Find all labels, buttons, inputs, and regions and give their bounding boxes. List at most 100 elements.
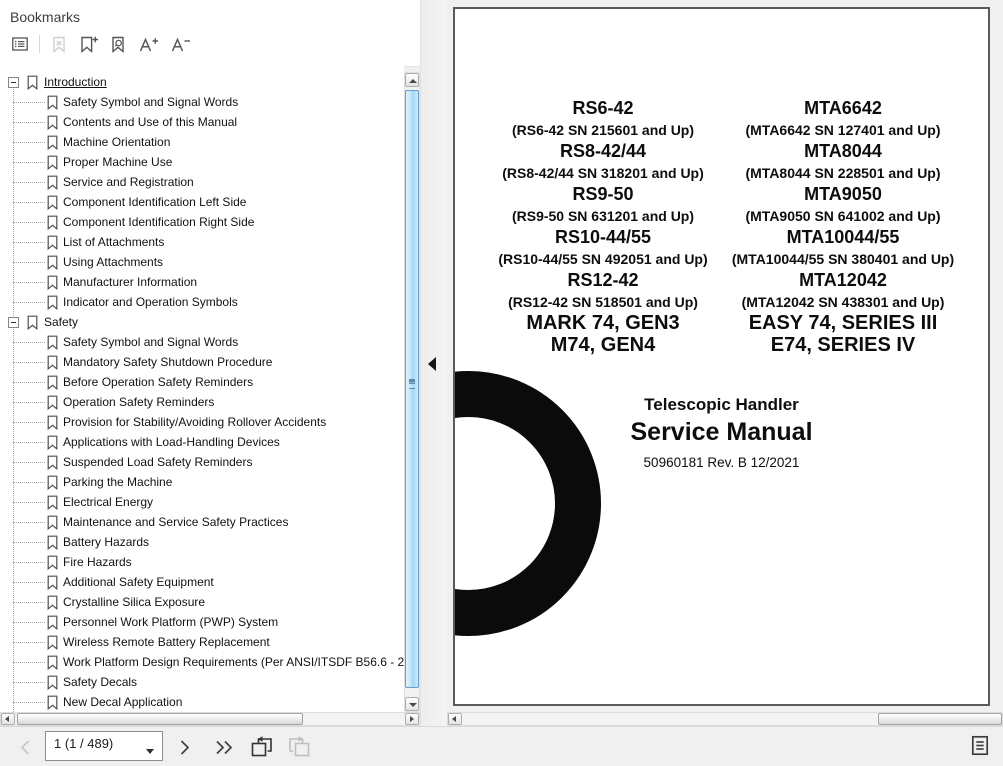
- bookmark-label[interactable]: Manufacturer Information: [63, 275, 197, 289]
- bookmark-item-row[interactable]: Service and Registration: [0, 172, 404, 192]
- next-page-button[interactable]: [176, 737, 193, 761]
- last-page-button[interactable]: [212, 737, 237, 761]
- bookmark-label[interactable]: Additional Safety Equipment: [63, 575, 214, 589]
- bookmark-label[interactable]: Indicator and Operation Symbols: [63, 295, 238, 309]
- previous-view-button[interactable]: [246, 733, 277, 765]
- bookmark-item-row[interactable]: Safety Decals: [0, 672, 404, 692]
- document-menu-icon[interactable]: [970, 734, 990, 760]
- bookmark-label[interactable]: Maintenance and Service Safety Practices: [63, 515, 288, 529]
- collapse-panel-icon[interactable]: [428, 357, 436, 371]
- bookmark-label[interactable]: Using Attachments: [63, 255, 163, 269]
- page-number-combobox[interactable]: 1 (1 / 489): [45, 731, 163, 761]
- bookmark-item-row[interactable]: New Decal Application: [0, 692, 404, 712]
- bookmark-item-row[interactable]: Maintenance and Service Safety Practices: [0, 512, 404, 532]
- bookmark-item-row[interactable]: Operation Safety Reminders: [0, 392, 404, 412]
- bookmark-group-row[interactable]: Introduction: [0, 72, 404, 92]
- bookmark-label[interactable]: Electrical Energy: [63, 495, 153, 509]
- bookmark-label[interactable]: Battery Hazards: [63, 535, 149, 549]
- bookmark-item-row[interactable]: Before Operation Safety Reminders: [0, 372, 404, 392]
- bookmark-item-row[interactable]: Contents and Use of this Manual: [0, 112, 404, 132]
- bookmark-item-row[interactable]: Component Identification Right Side: [0, 212, 404, 232]
- bookmark-icon: [47, 375, 58, 390]
- bookmark-label[interactable]: Contents and Use of this Manual: [63, 115, 237, 129]
- scroll-left-button[interactable]: [1, 713, 15, 725]
- bookmark-label[interactable]: Suspended Load Safety Reminders: [63, 455, 252, 469]
- bookmark-label[interactable]: Crystalline Silica Exposure: [63, 595, 205, 609]
- bookmark-item-row[interactable]: Applications with Load-Handling Devices: [0, 432, 404, 452]
- decrease-text-size-icon[interactable]: [168, 34, 194, 55]
- vertical-scroll-thumb[interactable]: [405, 90, 419, 688]
- tree-connector: [13, 681, 45, 683]
- bookmark-label[interactable]: Safety: [44, 315, 78, 329]
- bookmark-label[interactable]: Personnel Work Platform (PWP) System: [63, 615, 278, 629]
- bookmark-item-row[interactable]: Work Platform Design Requirements (Per A…: [0, 652, 404, 672]
- bookmark-label[interactable]: New Decal Application: [63, 695, 182, 709]
- bookmark-item-row[interactable]: Crystalline Silica Exposure: [0, 592, 404, 612]
- horizontal-scroll-thumb[interactable]: [878, 713, 1002, 725]
- horizontal-scroll-thumb[interactable]: [17, 713, 303, 725]
- tree-connector: [13, 501, 45, 503]
- bookmark-label[interactable]: Machine Orientation: [63, 135, 170, 149]
- bookmark-item-row[interactable]: Safety Symbol and Signal Words: [0, 332, 404, 352]
- bookmark-label[interactable]: Parking the Machine: [63, 475, 172, 489]
- options-icon[interactable]: [9, 34, 31, 54]
- scroll-left-button[interactable]: [448, 713, 462, 725]
- bookmark-label[interactable]: Applications with Load-Handling Devices: [63, 435, 280, 449]
- bookmark-item-row[interactable]: Mandatory Safety Shutdown Procedure: [0, 352, 404, 372]
- bookmark-item-row[interactable]: Electrical Energy: [0, 492, 404, 512]
- bookmark-item-row[interactable]: Manufacturer Information: [0, 272, 404, 292]
- panel-splitter[interactable]: [420, 0, 447, 726]
- bookmarks-vertical-scrollbar[interactable]: [404, 72, 420, 712]
- previous-page-button[interactable]: [17, 737, 34, 761]
- add-bookmark-icon[interactable]: [77, 34, 101, 55]
- bookmark-label[interactable]: Safety Symbol and Signal Words: [63, 335, 238, 349]
- bookmark-label[interactable]: Component Identification Left Side: [63, 195, 246, 209]
- bookmark-item-row[interactable]: Using Attachments: [0, 252, 404, 272]
- bookmark-label[interactable]: Wireless Remote Battery Replacement: [63, 635, 270, 649]
- bookmark-label[interactable]: Service and Registration: [63, 175, 194, 189]
- bookmark-item-row[interactable]: Parking the Machine: [0, 472, 404, 492]
- bookmark-item-row[interactable]: Indicator and Operation Symbols: [0, 292, 404, 312]
- scroll-right-button[interactable]: [405, 713, 419, 725]
- collapse-group-icon[interactable]: [8, 316, 19, 328]
- bookmark-item-row[interactable]: Personnel Work Platform (PWP) System: [0, 612, 404, 632]
- bookmark-item-row[interactable]: Fire Hazards: [0, 552, 404, 572]
- bookmark-label[interactable]: Work Platform Design Requirements (Per A…: [63, 655, 404, 669]
- bookmark-label[interactable]: Proper Machine Use: [63, 155, 172, 169]
- bookmark-item-row[interactable]: Machine Orientation: [0, 132, 404, 152]
- bookmark-item-row[interactable]: Additional Safety Equipment: [0, 572, 404, 592]
- find-bookmark-icon[interactable]: [107, 34, 130, 55]
- bookmark-item-row[interactable]: Safety Symbol and Signal Words: [0, 92, 404, 112]
- bookmark-item-row[interactable]: Wireless Remote Battery Replacement: [0, 632, 404, 652]
- bookmark-item-row[interactable]: Suspended Load Safety Reminders: [0, 452, 404, 472]
- delete-bookmark-icon[interactable]: [48, 34, 71, 55]
- bookmark-label[interactable]: Provision for Stability/Avoiding Rollove…: [63, 415, 326, 429]
- next-view-button[interactable]: [284, 733, 315, 765]
- scroll-up-button[interactable]: [405, 73, 419, 87]
- scroll-down-button[interactable]: [405, 697, 419, 711]
- bookmark-item-row[interactable]: Component Identification Left Side: [0, 192, 404, 212]
- bookmark-label[interactable]: Safety Symbol and Signal Words: [63, 95, 238, 109]
- bookmark-label[interactable]: Fire Hazards: [63, 555, 132, 569]
- bookmark-label[interactable]: Operation Safety Reminders: [63, 395, 214, 409]
- bookmarks-horizontal-scrollbar[interactable]: [0, 712, 420, 726]
- dropdown-arrow-icon[interactable]: [146, 749, 154, 754]
- tree-connector: [13, 421, 45, 423]
- bookmark-label[interactable]: Safety Decals: [63, 675, 137, 689]
- bookmark-item-row[interactable]: List of Attachments: [0, 232, 404, 252]
- document-horizontal-scrollbar[interactable]: [447, 712, 1003, 726]
- bookmark-label[interactable]: Introduction: [44, 75, 107, 89]
- bookmark-label[interactable]: List of Attachments: [63, 235, 164, 249]
- bookmark-icon: [27, 75, 38, 90]
- bookmark-group-row[interactable]: Safety: [0, 312, 404, 332]
- model-line: (MTA6642 SN 127401 and Up): [745, 121, 941, 138]
- collapse-group-icon[interactable]: [8, 76, 19, 88]
- bookmark-label[interactable]: Component Identification Right Side: [63, 215, 254, 229]
- increase-text-size-icon[interactable]: [136, 34, 162, 55]
- bookmark-item-row[interactable]: Provision for Stability/Avoiding Rollove…: [0, 412, 404, 432]
- model-line: MTA12042: [799, 270, 887, 290]
- bookmark-label[interactable]: Before Operation Safety Reminders: [63, 375, 253, 389]
- bookmark-item-row[interactable]: Proper Machine Use: [0, 152, 404, 172]
- bookmark-item-row[interactable]: Battery Hazards: [0, 532, 404, 552]
- bookmark-label[interactable]: Mandatory Safety Shutdown Procedure: [63, 355, 272, 369]
